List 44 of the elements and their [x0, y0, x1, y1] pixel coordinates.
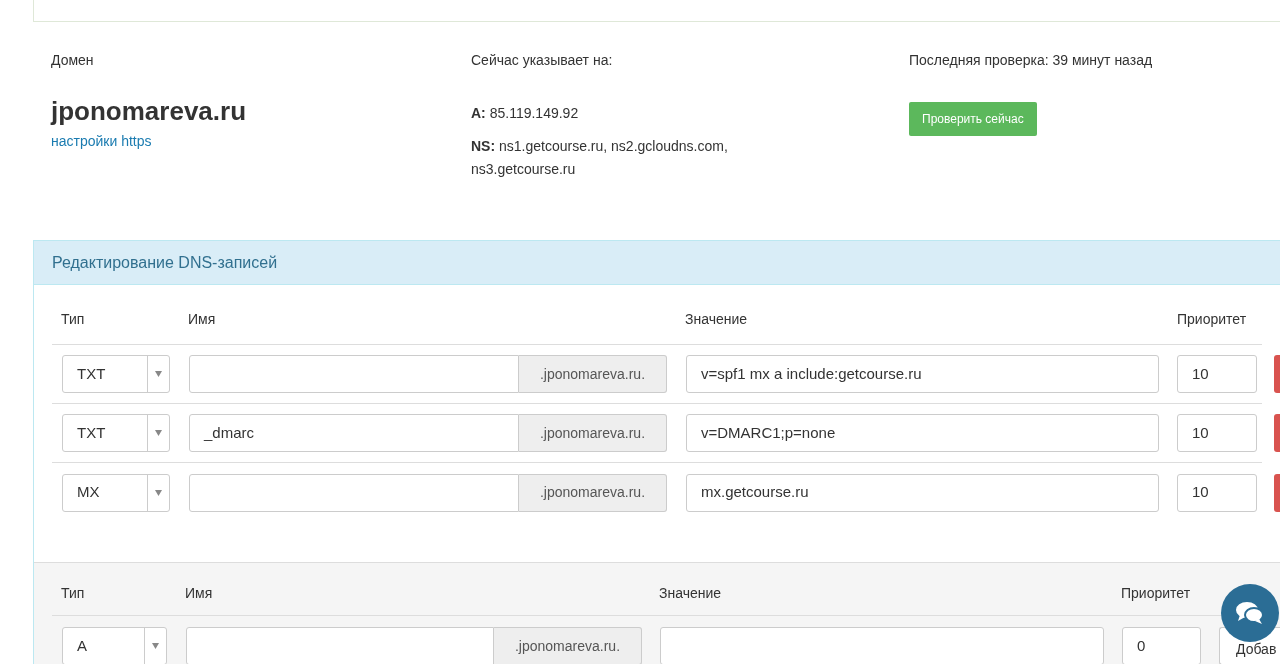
type-select[interactable]: A: [62, 627, 167, 664]
domain-label: Домен: [51, 51, 94, 70]
name-field[interactable]: [189, 355, 519, 393]
type-select[interactable]: MX: [62, 473, 170, 512]
column-header: Значение: [685, 311, 748, 327]
column-header: Имя: [185, 585, 213, 601]
priority-field[interactable]: 10: [1177, 473, 1257, 512]
priority-field[interactable]: 10: [1177, 414, 1257, 452]
priority-field[interactable]: 0: [1122, 627, 1201, 664]
domain-suffix: .jponomareva.ru.: [519, 414, 667, 452]
column-header: Тип: [61, 311, 85, 327]
chat-icon: [1235, 600, 1265, 626]
dns-record-text: A: 85.119.149.92: [471, 104, 580, 123]
caret-icon: [155, 489, 162, 496]
name-field[interactable]: _dmarc: [189, 414, 519, 452]
column-header: Тип: [61, 585, 85, 601]
column-header: Значение: [659, 585, 722, 601]
panel-title: Редактирование DNS-записей: [52, 252, 278, 273]
delete-button[interactable]: [1274, 473, 1280, 512]
value-field[interactable]: [660, 627, 1104, 664]
last-check-text: Последняя проверка: 39 минут назад: [909, 51, 1153, 70]
value-field[interactable]: v=DMARC1;p=none: [686, 414, 1159, 452]
delete-button[interactable]: [1274, 414, 1280, 452]
domain-suffix: .jponomareva.ru.: [519, 473, 667, 512]
domain-name: jponomareva.ru: [51, 96, 247, 126]
caret-icon: [155, 371, 162, 377]
value-field[interactable]: v=spf1 mx a include:getcourse.ru: [686, 355, 1159, 393]
delete-button[interactable]: [1274, 355, 1280, 393]
name-field[interactable]: [186, 627, 494, 664]
domain-suffix: .jponomareva.ru.: [494, 627, 642, 664]
type-select[interactable]: TXT: [62, 355, 170, 393]
column-header: Имя: [188, 311, 216, 327]
https-settings-link[interactable]: настройки https: [51, 131, 152, 152]
name-field[interactable]: [189, 473, 519, 512]
priority-field[interactable]: 10: [1177, 355, 1257, 393]
pointing-label: Сейчас указывает на:: [471, 51, 613, 70]
column-header: Приоритет: [1121, 585, 1191, 601]
column-header: Приоритет: [1177, 311, 1247, 327]
type-select[interactable]: TXT: [62, 414, 170, 452]
caret-icon: [155, 430, 162, 436]
domain-suffix: .jponomareva.ru.: [519, 355, 667, 393]
dns-record-text: NS: ns1.getcourse.ru, ns2.gcloudns.com, ns3.getcourse.ru: [471, 137, 729, 179]
value-field[interactable]: mx.getcourse.ru: [686, 473, 1159, 512]
caret-icon: [152, 643, 159, 649]
